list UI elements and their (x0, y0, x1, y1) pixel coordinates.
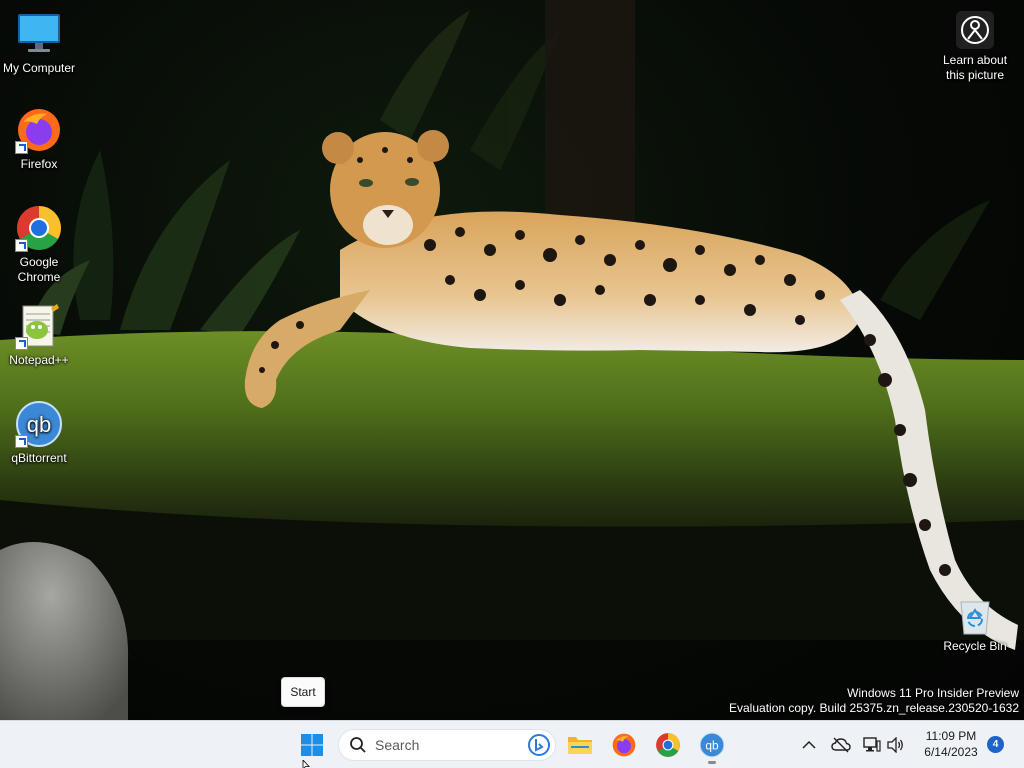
notepadpp-icon (15, 302, 63, 350)
search-placeholder: Search (375, 737, 420, 753)
qb-glyph: qb (27, 412, 51, 437)
onedrive-tray-button[interactable] (831, 735, 851, 755)
running-indicator (708, 761, 716, 764)
firefox-icon (15, 106, 63, 154)
start-tooltip: Start (281, 677, 325, 707)
watermark-line-2: Evaluation copy. Build 25375.zn_release.… (729, 701, 1019, 715)
windows-logo-icon (301, 734, 323, 756)
desktop-wallpaper (0, 0, 1024, 720)
network-icon (863, 737, 881, 752)
leopard-wallpaper-art (0, 0, 1024, 720)
taskbar: Search qb 11:09 PM 6/14/2023 4 (0, 720, 1024, 768)
cloud-offline-icon (831, 737, 851, 753)
mouse-pointer-icon (302, 760, 310, 768)
start-button[interactable] (292, 725, 332, 765)
qb-glyph: qb (705, 738, 719, 752)
recycle-bin-label: Recycle Bin (943, 639, 1007, 653)
chrome-icon (15, 204, 63, 252)
shortcut-arrow-icon (15, 435, 28, 448)
desktop-icon-notepadpp[interactable]: Notepad++ (0, 302, 78, 368)
desktop-icon-label: qBittorrent (11, 451, 67, 465)
monitor-icon (15, 10, 63, 58)
speaker-icon (887, 737, 903, 753)
desktop-icon-qbittorrent[interactable]: qb qBittorrent (0, 400, 78, 466)
firefox-icon (612, 733, 636, 757)
show-hidden-icons-button[interactable] (799, 735, 819, 755)
taskbar-chrome[interactable] (648, 725, 688, 765)
network-tray-button[interactable] (862, 735, 882, 755)
search-icon (350, 737, 366, 753)
shortcut-arrow-icon (15, 239, 28, 252)
taskbar-file-explorer[interactable] (560, 725, 600, 765)
clock-date: 6/14/2023 (924, 745, 978, 759)
recycle-bin-icon (955, 596, 995, 636)
desktop-icon-label: My Computer (2, 61, 76, 75)
desktop-icon-label: Google Chrome (17, 255, 61, 284)
windows-evaluation-watermark: Windows 11 Pro Insider Preview Evaluatio… (729, 686, 1019, 716)
clock-time: 11:09 PM (925, 729, 977, 743)
watermark-line-1: Windows 11 Pro Insider Preview (847, 686, 1019, 700)
taskbar-qbittorrent[interactable]: qb (692, 725, 732, 765)
volume-tray-button[interactable] (886, 735, 906, 755)
folder-icon (568, 737, 592, 754)
spotlight-icon (955, 10, 995, 50)
qbittorrent-icon: qb (699, 732, 725, 758)
shortcut-arrow-icon (15, 337, 28, 350)
desktop-icon-my-computer[interactable]: My Computer (0, 10, 78, 76)
desktop-icon-firefox[interactable]: Firefox (0, 106, 78, 172)
desktop-icon-label: Notepad++ (9, 353, 69, 367)
desktop-icon-label: Firefox (20, 157, 58, 171)
chevron-up-icon (802, 740, 816, 749)
desktop-icon-google-chrome[interactable]: Google Chrome (0, 204, 78, 285)
notification-badge[interactable]: 4 (987, 736, 1004, 753)
desktop-icon-recycle-bin[interactable]: Recycle Bin (936, 596, 1014, 654)
learn-about-picture-icon[interactable]: Learn about this picture (936, 10, 1014, 83)
bing-chat-icon[interactable] (527, 733, 551, 757)
learn-about-picture-label: Learn about this picture (942, 53, 1008, 82)
taskbar-firefox[interactable] (604, 725, 644, 765)
taskbar-search-box[interactable]: Search (338, 729, 556, 761)
qbittorrent-icon: qb (15, 400, 63, 448)
shortcut-arrow-icon (15, 141, 28, 154)
chrome-icon (656, 733, 680, 757)
taskbar-clock[interactable]: 11:09 PM 6/14/2023 (916, 728, 986, 760)
